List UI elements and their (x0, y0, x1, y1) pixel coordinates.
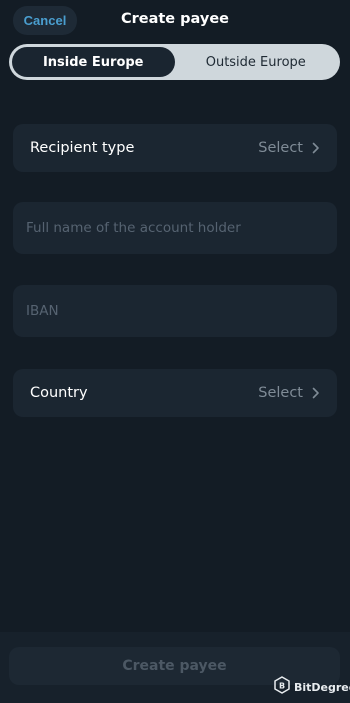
svg-text:B: B (279, 682, 285, 691)
full-name-input[interactable] (26, 220, 324, 236)
iban-field[interactable] (13, 285, 337, 337)
full-name-field[interactable] (13, 202, 337, 254)
watermark: B BitDegree (274, 676, 350, 698)
region-segmented-control: Inside Europe Outside Europe (9, 44, 340, 80)
recipient-type-value: Select (258, 140, 303, 156)
chevron-right-icon (311, 386, 321, 400)
country-select[interactable]: Country Select (13, 369, 337, 417)
bitdegree-logo-icon: B (274, 676, 290, 698)
country-value: Select (258, 385, 303, 401)
header: Cancel Create payee (0, 0, 350, 42)
country-label: Country (30, 385, 88, 401)
create-payee-screen: Cancel Create payee Inside Europe Outsid… (0, 0, 350, 703)
tab-inside-europe[interactable]: Inside Europe (12, 47, 175, 77)
cancel-button[interactable]: Cancel (13, 6, 77, 35)
watermark-text: BitDegree (294, 680, 350, 694)
chevron-right-icon (311, 141, 321, 155)
recipient-type-select[interactable]: Recipient type Select (13, 124, 337, 172)
iban-input[interactable] (26, 303, 324, 319)
tab-outside-europe[interactable]: Outside Europe (175, 47, 338, 77)
recipient-type-label: Recipient type (30, 140, 135, 156)
